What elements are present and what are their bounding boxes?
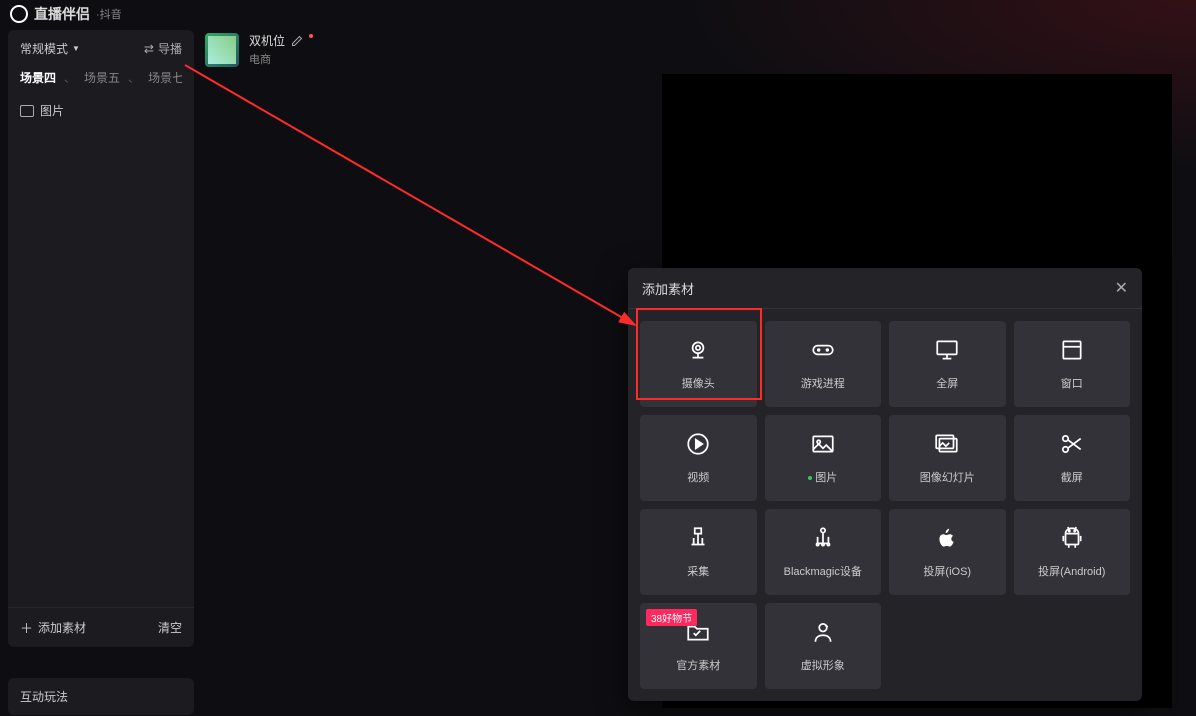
android-icon bbox=[1059, 525, 1085, 551]
material-apple[interactable]: 投屏(iOS) bbox=[889, 509, 1006, 595]
cell-label: 摄像头 bbox=[682, 375, 715, 391]
scene-thumbnail[interactable] bbox=[205, 33, 239, 67]
cell-label: 游戏进程 bbox=[801, 375, 845, 391]
sidebar-item-label: 图片 bbox=[40, 102, 64, 119]
material-folder[interactable]: 38好物节官方素材 bbox=[640, 603, 757, 689]
modal-title: 添加素材 bbox=[642, 279, 694, 298]
app-logo-icon bbox=[10, 5, 28, 23]
swap-icon: ⇄ bbox=[144, 42, 154, 56]
scissors-icon bbox=[1059, 431, 1085, 457]
material-scissors[interactable]: 截屏 bbox=[1014, 415, 1131, 501]
plus-icon: ＋ bbox=[20, 618, 33, 637]
scene-header: 双机位 电商 bbox=[205, 32, 313, 67]
scene-sub: 电商 bbox=[249, 51, 313, 67]
image-icon bbox=[20, 105, 34, 117]
sidebar-item-image[interactable]: 图片 bbox=[8, 94, 194, 127]
play-icon bbox=[685, 431, 711, 457]
clear-button[interactable]: 清空 bbox=[158, 619, 182, 636]
scene-title: 双机位 bbox=[249, 32, 285, 49]
add-material-modal: 添加素材 ✕ 摄像头 游戏进程 全屏 窗口视频 图片 图像幻灯片 截屏采集 Blackmagi… bbox=[628, 268, 1142, 701]
titlebar: 直播伴侣 ·抖音 bbox=[0, 0, 1196, 28]
export-label: 导播 bbox=[158, 40, 182, 57]
image-icon bbox=[810, 431, 836, 457]
tab-scene-7[interactable]: 场景七 bbox=[148, 67, 182, 88]
status-dot-icon bbox=[808, 476, 812, 480]
material-slides[interactable]: 图像幻灯片 bbox=[889, 415, 1006, 501]
camera-icon bbox=[685, 337, 711, 363]
cell-label: 全屏 bbox=[936, 375, 958, 391]
cell-label: 官方素材 bbox=[676, 657, 720, 673]
add-material-button[interactable]: ＋ 添加素材 bbox=[20, 618, 86, 637]
cell-label: 截屏 bbox=[1061, 469, 1083, 485]
sidebar-fill bbox=[8, 127, 194, 607]
capture-icon bbox=[685, 525, 711, 551]
edit-icon[interactable] bbox=[291, 35, 303, 47]
add-material-label: 添加素材 bbox=[38, 619, 86, 636]
sidebar: 常规模式 ▼ ⇄ 导播 场景四 、 场景五 、 场景七 、 场景八 + 图片 ＋… bbox=[8, 30, 194, 647]
material-camera[interactable]: 摄像头 bbox=[640, 321, 757, 407]
app-name: 直播伴侣 bbox=[34, 4, 90, 24]
cell-label: 图像幻灯片 bbox=[920, 469, 975, 485]
caret-down-icon: ▼ bbox=[72, 44, 80, 53]
notification-dot-icon bbox=[309, 34, 313, 38]
mode-label: 常规模式 bbox=[20, 40, 68, 57]
material-gamepad[interactable]: 游戏进程 bbox=[765, 321, 882, 407]
monitor-icon bbox=[934, 337, 960, 363]
material-avatar[interactable]: 虚拟形象 bbox=[765, 603, 882, 689]
avatar-icon bbox=[810, 619, 836, 645]
apple-icon bbox=[934, 525, 960, 551]
cell-label: 投屏(iOS) bbox=[923, 563, 971, 579]
badge: 38好物节 bbox=[646, 609, 697, 626]
tab-scene-4[interactable]: 场景四 bbox=[20, 67, 56, 88]
material-window[interactable]: 窗口 bbox=[1014, 321, 1131, 407]
mode-dropdown[interactable]: 常规模式 ▼ bbox=[20, 40, 80, 57]
window-icon bbox=[1059, 337, 1085, 363]
material-capture[interactable]: 采集 bbox=[640, 509, 757, 595]
close-icon[interactable]: ✕ bbox=[1115, 278, 1128, 298]
slides-icon bbox=[934, 431, 960, 457]
cell-label: 采集 bbox=[687, 563, 709, 579]
tab-scene-5[interactable]: 场景五 bbox=[84, 67, 120, 88]
cell-label: 图片 bbox=[808, 469, 837, 485]
cell-label: 投屏(Android) bbox=[1038, 563, 1105, 579]
cell-label: Blackmagic设备 bbox=[784, 563, 862, 579]
material-device[interactable]: Blackmagic设备 bbox=[765, 509, 882, 595]
export-button[interactable]: ⇄ 导播 bbox=[144, 40, 182, 57]
panel-interactive-title: 互动玩法 bbox=[20, 688, 182, 705]
material-monitor[interactable]: 全屏 bbox=[889, 321, 1006, 407]
gamepad-icon bbox=[810, 337, 836, 363]
panel-interactive: 互动玩法 bbox=[8, 678, 194, 715]
material-android[interactable]: 投屏(Android) bbox=[1014, 509, 1131, 595]
cell-label: 视频 bbox=[687, 469, 709, 485]
material-play[interactable]: 视频 bbox=[640, 415, 757, 501]
cell-label: 虚拟形象 bbox=[801, 657, 845, 673]
cell-label: 窗口 bbox=[1061, 375, 1083, 391]
device-icon bbox=[810, 525, 836, 551]
app-sub: ·抖音 bbox=[96, 6, 122, 22]
material-image[interactable]: 图片 bbox=[765, 415, 882, 501]
scene-tabs: 场景四 、 场景五 、 场景七 、 场景八 + bbox=[20, 67, 182, 88]
annotation-arrow bbox=[180, 60, 660, 370]
